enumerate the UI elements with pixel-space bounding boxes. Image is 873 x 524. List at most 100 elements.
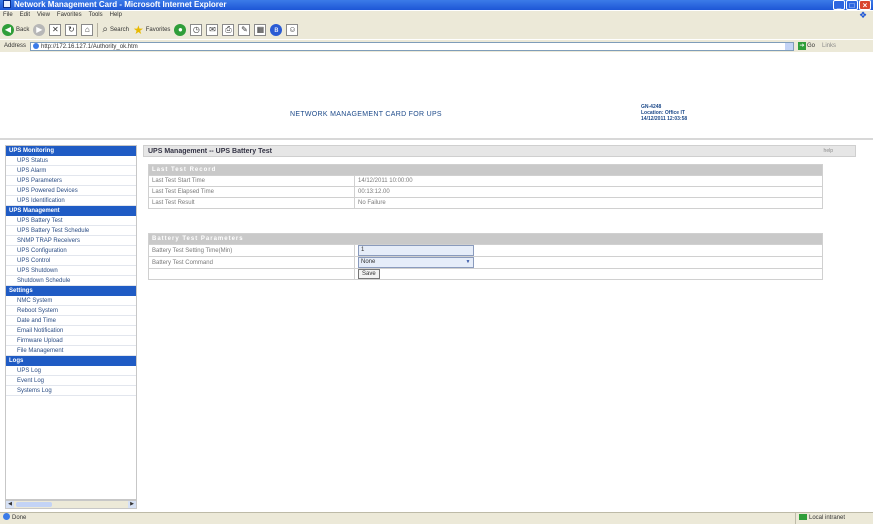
menu-help[interactable]: Help [110, 11, 122, 20]
content-header: UPS Management -- UPS Battery Test help [143, 145, 856, 157]
page-header: NETWORK MANAGEMENT CARD FOR UPS GN-4248 … [0, 53, 873, 140]
help-link[interactable]: help [824, 146, 833, 157]
menu-edit[interactable]: Edit [20, 11, 30, 20]
command-select[interactable]: None ▼ [358, 257, 474, 268]
search-icon: ⌕ [102, 24, 108, 35]
chevron-down-icon[interactable]: ▼ [464, 258, 472, 267]
table-row: Battery Test Command None ▼ [148, 256, 823, 269]
section-heading: Battery Test Parameters [148, 233, 823, 245]
setting-time-input[interactable]: 1 [358, 245, 474, 256]
history-button[interactable]: ◷ [190, 23, 203, 36]
ie-app-icon [3, 0, 11, 8]
content-title: UPS Management -- UPS Battery Test [148, 148, 272, 155]
browser-toolbar: ◀ Back ▶ ✕ ↻ ⌂ ⌕ Search ★ Favorites ● ◷ … [0, 20, 873, 39]
main-content: UPS Management -- UPS Battery Test help … [143, 145, 856, 500]
sidebar-item-snmp-trap-receivers[interactable]: SNMP TRAP Receivers [6, 236, 136, 246]
edit-button[interactable]: ✎ [238, 23, 251, 36]
sidebar-item-ups-status[interactable]: UPS Status [6, 156, 136, 166]
discuss-button[interactable]: ▦ [254, 23, 267, 36]
forward-button[interactable]: ▶ [33, 23, 46, 36]
windows-logo-icon: ❖ [858, 10, 868, 20]
menu-favorites[interactable]: Favorites [57, 11, 82, 20]
status-bar: Done Local intranet [0, 512, 873, 524]
sidebar-item-nmc-system[interactable]: NMC System [6, 296, 136, 306]
sidebar-item-date-and-time[interactable]: Date and Time [6, 316, 136, 326]
menu-tools[interactable]: Tools [89, 11, 103, 20]
page-done-icon [3, 513, 10, 520]
go-arrow-icon: ➔ [798, 42, 807, 50]
sidebar-item-systems-log[interactable]: Systems Log [6, 386, 136, 396]
sidebar-item-file-management[interactable]: File Management [6, 346, 136, 356]
favorites-button[interactable]: ★ Favorites [133, 24, 170, 36]
sidebar-item-email-notification[interactable]: Email Notification [6, 326, 136, 336]
table-row: Last Test Start Time 14/12/2011 10:00:00 [148, 175, 823, 187]
table-row: Last Test Elapsed Time 00:13:12.00 [148, 186, 823, 198]
intranet-icon [799, 514, 807, 520]
sidebar-item-ups-parameters[interactable]: UPS Parameters [6, 176, 136, 186]
row-value: 14/12/2011 10:00:00 [354, 175, 823, 187]
address-dropdown-icon[interactable] [785, 42, 794, 50]
go-label: Go [807, 42, 816, 49]
close-button[interactable]: × [859, 0, 871, 10]
window-title: Network Management Card - Microsoft Inte… [14, 0, 227, 9]
sidebar-item-shutdown-schedule[interactable]: Shutdown Schedule [6, 276, 136, 286]
maximize-button[interactable]: □ [846, 0, 858, 10]
sidebar-item-reboot-system[interactable]: Reboot System [6, 306, 136, 316]
address-label: Address [4, 43, 27, 49]
sidebar-item-ups-configuration[interactable]: UPS Configuration [6, 246, 136, 256]
sidebar-heading-ups-management[interactable]: UPS Management [6, 206, 136, 216]
menu-bar: File Edit View Favorites Tools Help ❖ [0, 11, 873, 20]
scroll-right-icon[interactable]: ▶ [128, 501, 136, 508]
sidebar-item-ups-identification[interactable]: UPS Identification [6, 196, 136, 206]
go-button[interactable]: ➔ Go [798, 42, 818, 51]
battery-test-parameters-table: Battery Test Parameters Battery Test Set… [148, 233, 823, 280]
sidebar-item-ups-log[interactable]: UPS Log [6, 366, 136, 376]
links-label[interactable]: Links [822, 43, 836, 49]
sidebar-item-ups-shutdown[interactable]: UPS Shutdown [6, 266, 136, 276]
home-button[interactable]: ⌂ [81, 23, 94, 36]
page-icon [33, 42, 40, 49]
command-label: Battery Test Command [148, 256, 355, 269]
search-label: Search [109, 26, 129, 33]
row-label: Last Test Elapsed Time [148, 186, 355, 198]
sidebar-horizontal-scrollbar[interactable]: ◀ ▶ [5, 500, 137, 509]
toolbar-separator [97, 22, 99, 37]
refresh-button[interactable]: ↻ [65, 23, 78, 36]
row-label: Last Test Result [148, 197, 355, 209]
sidebar-item-ups-control[interactable]: UPS Control [6, 256, 136, 266]
address-url: http://172.16.127.1/Authority_ok.htm [41, 43, 138, 50]
media-button[interactable]: ● [174, 23, 187, 36]
mail-button[interactable]: ✉ [206, 23, 219, 36]
security-zone: Local intranet [795, 513, 873, 524]
last-test-record-table: Last Test Record Last Test Start Time 14… [148, 164, 823, 209]
sidebar-nav: UPS Monitoring UPS Status UPS Alarm UPS … [5, 145, 137, 500]
favorites-label: Favorites [145, 26, 171, 33]
address-bar: Address http://172.16.127.1/Authority_ok… [0, 40, 873, 52]
table-row: Last Test Result No Failure [148, 197, 823, 209]
save-button[interactable]: Save [358, 269, 380, 279]
bluetooth-button[interactable]: ʙ [270, 23, 283, 36]
row-label: Last Test Start Time [148, 175, 355, 187]
sidebar-item-ups-alarm[interactable]: UPS Alarm [6, 166, 136, 176]
status-text: Done [12, 515, 27, 521]
back-button[interactable]: ◀ Back [2, 23, 29, 36]
address-input[interactable]: http://172.16.127.1/Authority_ok.htm [30, 41, 795, 51]
sidebar-item-battery-test-schedule[interactable]: UPS Battery Test Schedule [6, 226, 136, 236]
scroll-thumb[interactable] [16, 502, 52, 507]
menu-view[interactable]: View [37, 11, 50, 20]
menu-file[interactable]: File [3, 11, 13, 20]
search-button[interactable]: ⌕ Search [102, 24, 129, 35]
setting-time-label: Battery Test Setting Time(Min) [148, 244, 355, 257]
sidebar-item-event-log[interactable]: Event Log [6, 376, 136, 386]
sidebar-item-firmware-upload[interactable]: Firmware Upload [6, 336, 136, 346]
sidebar-heading-ups-monitoring[interactable]: UPS Monitoring [6, 146, 136, 156]
minimize-button[interactable]: _ [833, 0, 845, 10]
scroll-left-icon[interactable]: ◀ [6, 501, 14, 508]
sidebar-heading-settings[interactable]: Settings [6, 286, 136, 296]
print-button[interactable]: ⎙ [222, 23, 235, 36]
stop-button[interactable]: ✕ [49, 23, 62, 36]
sidebar-item-ups-battery-test[interactable]: UPS Battery Test [6, 216, 136, 226]
messenger-button[interactable]: ☺ [286, 23, 299, 36]
sidebar-item-ups-powered-devices[interactable]: UPS Powered Devices [6, 186, 136, 196]
sidebar-heading-logs[interactable]: Logs [6, 356, 136, 366]
